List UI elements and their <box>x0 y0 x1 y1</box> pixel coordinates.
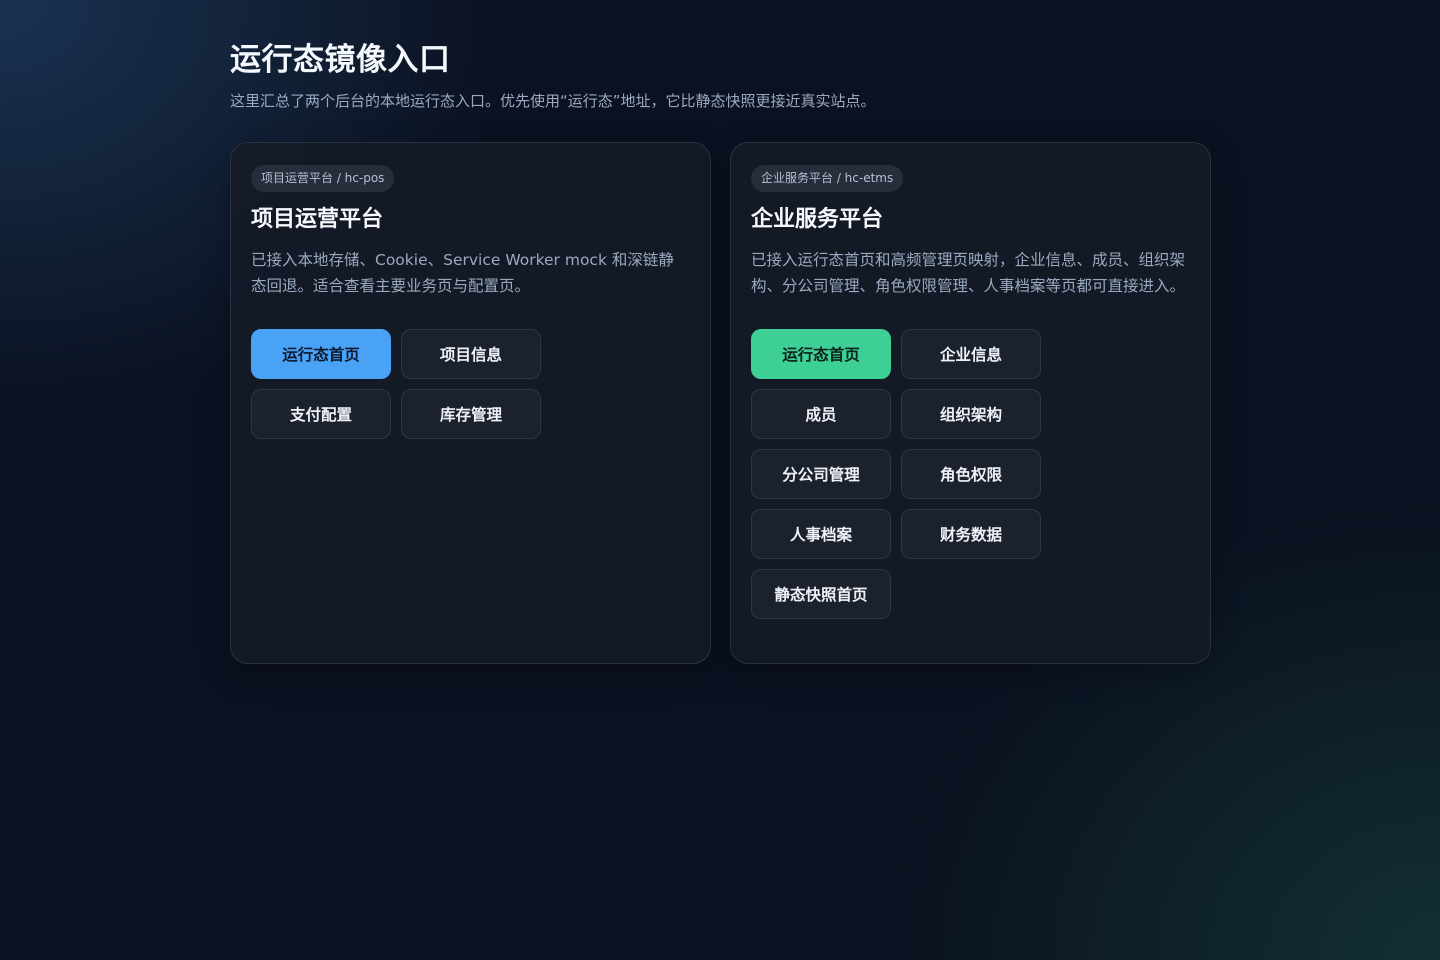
org-structure-button[interactable]: 组织架构 <box>901 389 1041 439</box>
card-title: 项目运营平台 <box>251 207 384 232</box>
card-tag: 项目运营平台 / hc-pos <box>251 165 395 192</box>
members-button[interactable]: 成员 <box>751 389 891 439</box>
company-info-button[interactable]: 企业信息 <box>901 329 1041 379</box>
project-info-button[interactable]: 项目信息 <box>401 329 541 379</box>
branch-management-button[interactable]: 分公司管理 <box>751 449 891 499</box>
inventory-management-button[interactable]: 库存管理 <box>401 389 541 439</box>
role-permissions-button[interactable]: 角色权限 <box>901 449 1041 499</box>
static-snapshot-home-button[interactable]: 静态快照首页 <box>751 569 891 619</box>
card-hc-etms: 企业服务平台 / hc-etms 企业服务平台 已接入运行态首页和高频管理页映射… <box>730 142 1211 664</box>
page-subtitle: 这里汇总了两个后台的本地运行态入口。优先使用“运行态”地址，它比静态快照更接近真… <box>230 92 876 110</box>
link-button-grid: 运行态首页 企业信息 成员 组织架构 分公司管理 角色权限 人事档案 财务数据 … <box>751 329 1190 619</box>
page-container: 运行态镜像入口 这里汇总了两个后台的本地运行态入口。优先使用“运行态”地址，它比… <box>230 40 1211 664</box>
card-tag: 企业服务平台 / hc-etms <box>751 165 904 192</box>
page-title: 运行态镜像入口 <box>230 42 451 78</box>
link-button-grid: 运行态首页 项目信息 支付配置 库存管理 <box>251 329 690 439</box>
runtime-home-button[interactable]: 运行态首页 <box>251 329 391 379</box>
card-hc-pos: 项目运营平台 / hc-pos 项目运营平台 已接入本地存储、Cookie、Se… <box>230 142 711 664</box>
card-title: 企业服务平台 <box>751 207 884 232</box>
card-description: 已接入本地存储、Cookie、Service Worker mock 和深链静态… <box>251 251 674 295</box>
finance-data-button[interactable]: 财务数据 <box>901 509 1041 559</box>
hr-records-button[interactable]: 人事档案 <box>751 509 891 559</box>
runtime-home-button[interactable]: 运行态首页 <box>751 329 891 379</box>
payment-config-button[interactable]: 支付配置 <box>251 389 391 439</box>
card-list: 项目运营平台 / hc-pos 项目运营平台 已接入本地存储、Cookie、Se… <box>230 142 1211 664</box>
card-description: 已接入运行态首页和高频管理页映射，企业信息、成员、组织架构、分公司管理、角色权限… <box>751 251 1186 295</box>
